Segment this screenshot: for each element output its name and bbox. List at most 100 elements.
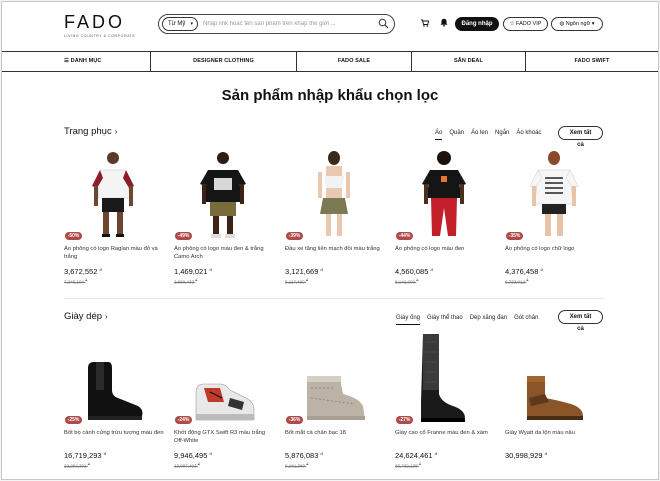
product-price-value: 5,876,083 [285,451,319,460]
product-card[interactable]: -39% Đầu xe tăng liền mạch đồi màu trắng… [285,148,385,285]
product-card[interactable]: -36% Bốt mắt cá chân bạc 18 5,876,083 đ … [285,332,385,469]
product-image[interactable]: -25% [64,332,164,427]
bell-icon[interactable] [440,18,448,27]
product-name[interactable]: Bốt mắt cá chân bạc 18 [285,429,385,445]
section-divider [64,298,604,299]
country-select[interactable]: Từ Mỹ ▾ [162,17,198,31]
see-all-clothing-button[interactable]: Xem tất cả [558,126,603,148]
currency-symbol: đ [526,278,529,282]
product-old-price-value: 33,732,138 [395,463,418,469]
product-image[interactable]: -49% [174,148,274,243]
product-image[interactable]: -44% [395,148,495,243]
search-input[interactable] [203,18,373,30]
product-name[interactable]: Áo phông có logo chữ logo [505,245,605,261]
product-price: 3,672,552 đ [64,267,164,276]
discount-badge: -50% [65,232,82,240]
tab-ao[interactable]: Áo [435,128,443,140]
fado-vip-label: FADO VIP [516,21,542,27]
product-image[interactable]: -36% [285,332,385,427]
currency-symbol: đ [320,267,323,272]
site-header: FADO LIVING COUNTRY & CORPORATE Từ Mỹ ▾ … [2,2,658,50]
login-button[interactable]: Đăng nhập [455,17,499,31]
currency-symbol: đ [197,462,200,466]
product-image[interactable]: -50% [64,148,164,243]
tab-quan[interactable]: Quần [449,128,464,140]
product-image[interactable] [505,332,605,427]
nav-item-fado-swift[interactable]: FADO SWIFT [526,52,658,71]
currency-symbol: đ [306,462,309,466]
product-name[interactable]: Giày Wyatt da lộn màu nâu [505,429,605,445]
search-icon[interactable] [378,18,389,29]
product-price: 4,376,458 đ [505,267,605,276]
product-name[interactable]: Áo phông có logo Raglan màu đỏ và trắng [64,245,164,261]
product-price-value: 16,719,293 [64,451,102,460]
nav-item-san-deal[interactable]: SĂN DEAL [412,52,526,71]
product-old-price-value: 8,142,009 [395,279,416,285]
product-price: 3,121,669 đ [285,267,385,276]
nav-item-categories[interactable]: ☰ DANH MỤC [2,52,151,71]
tab-giay-the-thao[interactable]: Giày thể thao [427,313,463,325]
see-all-shoes-button[interactable]: Xem tất cả [558,310,603,332]
logo-tagline: LIVING COUNTRY & CORPORATE [64,34,136,38]
product-old-price-value: 5,117,490 [285,279,305,285]
currency-symbol: đ [320,451,323,456]
product-price-value: 30,998,929 [505,451,543,460]
chevron-down-icon: ▾ [591,21,595,27]
product-name[interactable]: Bốt bọ cánh cứng trừu tượng màu đen [64,429,164,445]
fado-logo[interactable]: FADO LIVING COUNTRY & CORPORATE [64,12,135,38]
product-image[interactable]: -24% [174,332,274,427]
product-old-price-value: 22,292,391 [64,463,87,469]
nav-item-fado-sale[interactable]: FADO SALE [297,52,412,71]
clothing-tabs: Áo Quần Áo len Ngắn Áo khoác [435,128,548,140]
product-name[interactable]: Áo phông có logo màu đen [395,245,495,261]
product-image[interactable]: -27% [395,332,495,427]
product-old-price: 7,345,104 đ [64,278,164,285]
nav-item-designer-clothing[interactable]: DESIGNER CLOTHING [151,52,297,71]
product-card[interactable]: -24% Khởi động GTX Swift R3 màu trắng Of… [174,332,274,469]
currency-symbol: đ [209,267,212,272]
tab-ao-len[interactable]: Áo len [471,128,488,140]
product-image[interactable]: -35% [505,148,605,243]
product-old-price: 13,087,493 đ [174,462,274,469]
product-name[interactable]: Giày cao cổ Franne màu đen & xám [395,429,495,445]
product-image[interactable]: -39% [285,148,385,243]
chevron-right-icon: › [105,312,108,321]
language-select[interactable]: ◍ Ngôn ngữ ▾ [551,17,603,31]
product-price: 16,719,293 đ [64,451,164,460]
currency-symbol: đ [195,278,198,282]
product-name[interactable]: Áo phông có logo màu đen & trắng Camo Ar… [174,245,274,261]
product-price: 1,469,021 đ [174,267,274,276]
cart-icon[interactable] [421,19,429,27]
discount-badge: -35% [506,232,523,240]
tab-ngan[interactable]: Ngắn [495,128,509,140]
product-card[interactable]: Giày Wyatt da lộn màu nâu 30,998,929 đ [505,332,605,460]
product-card[interactable]: -25% Bốt bọ cánh cứng trừu tượng màu đen… [64,332,164,469]
section-title-clothing[interactable]: Trang phục › [64,126,117,137]
fado-vip-button[interactable]: ☆ FADO VIP [503,17,548,31]
product-old-price: 33,732,138 đ [395,462,495,469]
product-old-price: 8,142,009 đ [395,278,495,285]
product-card[interactable]: -27% Giày cao cổ Franne màu đen & xám 24… [395,332,495,469]
product-name[interactable]: Đầu xe tăng liền mạch đồi màu trắng [285,245,385,261]
hamburger-icon: ☰ [64,58,70,64]
product-price: 5,876,083 đ [285,451,385,460]
product-card[interactable]: -44% Áo phông có logo màu đen 4,560,085 … [395,148,495,285]
product-card[interactable]: -50% Áo phông có logo Raglan màu đỏ và t… [64,148,164,285]
section-title-shoes[interactable]: Giày dép › [64,311,108,322]
product-old-price: 5,117,490 đ [285,278,385,285]
tab-got-chan[interactable]: Gót chân [514,313,538,325]
search-bar: Từ Mỹ ▾ [158,14,395,34]
product-old-price-value: 7,345,104 [64,279,85,285]
currency-symbol: đ [430,267,433,272]
currency-symbol: đ [85,278,88,282]
page-frame: FADO LIVING COUNTRY & CORPORATE Từ Mỹ ▾ … [1,1,659,480]
language-label: Ngôn ngữ [565,21,591,27]
product-card[interactable]: -35% Áo phông có logo chữ logo 4,376,458… [505,148,605,285]
tab-dep-xang-dan[interactable]: Dép xăng đan [470,313,507,325]
tab-giay-ong[interactable]: Giày ống [396,313,421,325]
product-name[interactable]: Khởi động GTX Swift R3 màu trắng Off-Whi… [174,429,274,445]
product-card[interactable]: -49% Áo phông có logo màu đen & trắng Ca… [174,148,274,285]
currency-symbol: đ [544,451,547,456]
discount-badge: -36% [286,416,303,424]
tab-ao-khoac[interactable]: Áo khoác [516,128,541,140]
